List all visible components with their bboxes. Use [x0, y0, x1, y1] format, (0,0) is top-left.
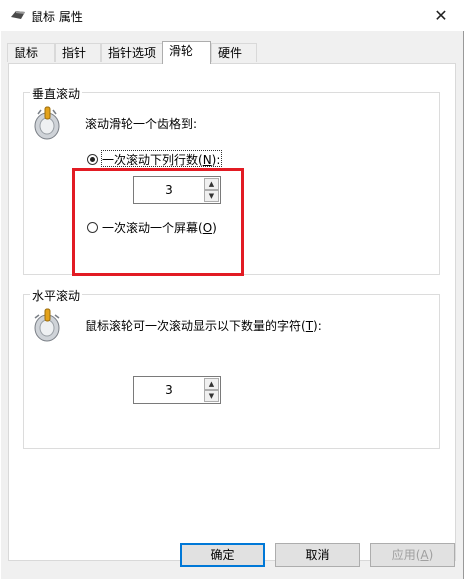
tab-wheel[interactable]: 滑轮 [162, 41, 211, 64]
characters-value[interactable]: 3 [134, 377, 204, 403]
characters-decrease-button[interactable]: ▼ [204, 390, 219, 402]
focus-rectangle [101, 150, 222, 167]
horizontal-scroll-prompt: 鼠标滚轮可一次滚动显示以下数量的字符(T): [85, 319, 322, 333]
horizontal-scroll-label: 水平滚动 [30, 287, 83, 304]
horizontal-scroll-group: 水平滚动 鼠标滚轮可一次滚动显示以下数量的字符(T): 3 ▲ ▼ [23, 287, 440, 449]
title-bar: 鼠标 属性 ✕ [0, 0, 464, 31]
close-icon: ✕ [434, 6, 448, 25]
tab-pointers[interactable]: 指针 [55, 43, 101, 62]
scroll-wheel-icon [34, 106, 60, 140]
vertical-scroll-prompt: 滚动滑轮一个齿格到: [85, 117, 198, 131]
vertical-scroll-label: 垂直滚动 [30, 85, 83, 102]
tilt-wheel-icon [34, 308, 60, 342]
dialog-client: 鼠标键 指针 指针选项 滑轮 硬件 垂直滚动 滚动滑轮一个齿格到: 一次滚动下列… [1, 31, 464, 579]
tab-hardware[interactable]: 硬件 [211, 43, 257, 62]
mouse-icon [11, 11, 25, 19]
characters-stepper[interactable]: 3 ▲ ▼ [133, 376, 221, 404]
tab-mouse-buttons[interactable]: 鼠标键 [7, 43, 55, 79]
arrow-down-icon: ▼ [208, 392, 215, 400]
radio-scroll-lines[interactable] [87, 154, 98, 165]
tab-pointer-options[interactable]: 指针选项 [101, 43, 163, 62]
close-button[interactable]: ✕ [418, 0, 464, 31]
annotation-highlight-box [72, 168, 244, 276]
wheel-panel: 垂直滚动 滚动滑轮一个齿格到: 一次滚动下列行数(N): 3 ▲ ▼ 一次滚动一… [8, 63, 456, 561]
ok-button[interactable]: 确定 [180, 543, 265, 567]
cancel-button[interactable]: 取消 [275, 543, 360, 567]
apply-button[interactable]: 应用(A) [370, 543, 455, 567]
window-title: 鼠标 属性 [31, 10, 83, 24]
characters-increase-button[interactable]: ▲ [204, 378, 219, 390]
arrow-up-icon: ▲ [208, 380, 215, 388]
